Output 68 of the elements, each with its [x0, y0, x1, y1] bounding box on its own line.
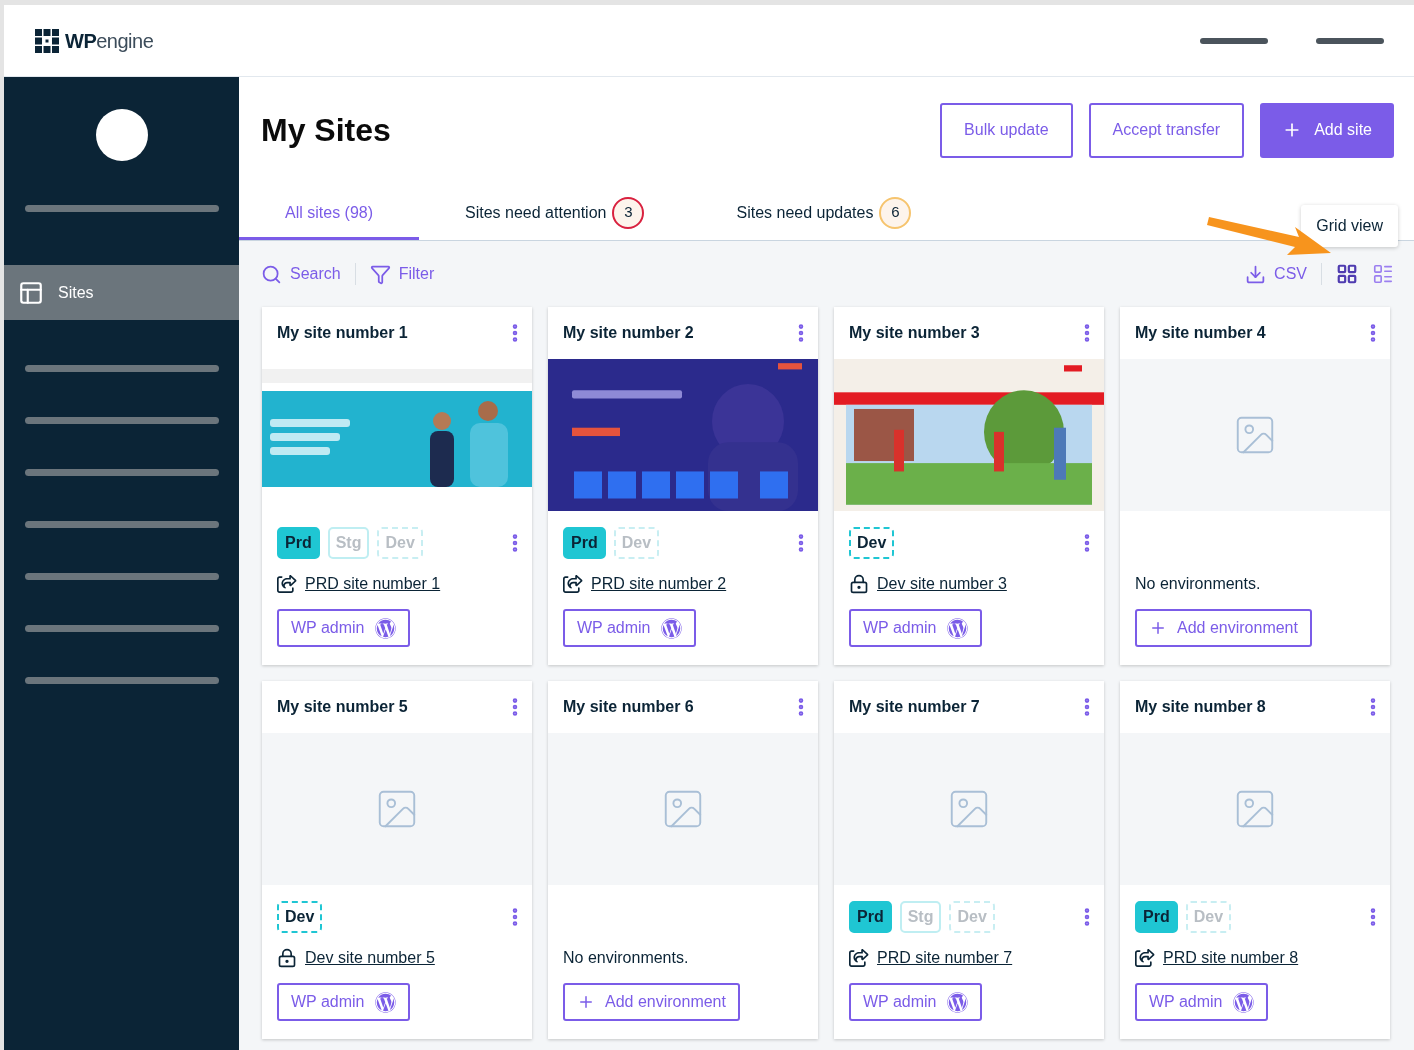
add-environment-button[interactable]: Add environment — [1135, 609, 1312, 647]
share-icon — [849, 948, 869, 968]
site-title: My site number 7 — [849, 697, 980, 717]
site-title: My site number 5 — [277, 697, 408, 717]
sidebar-item[interactable]: Sites — [4, 265, 239, 320]
wp-admin-button[interactable]: WP admin — [277, 609, 410, 647]
site-title: My site number 6 — [563, 697, 694, 717]
environment-link[interactable]: PRD site number 1 — [305, 572, 441, 596]
layout-icon — [18, 279, 44, 306]
count-badge: 3 — [612, 196, 645, 229]
environment-tag[interactable]: Dev — [849, 527, 895, 559]
environment-link[interactable]: Dev site number 3 — [877, 572, 1007, 596]
plus-icon — [577, 993, 595, 1011]
tooltip: Grid view — [1301, 205, 1398, 247]
share-icon — [277, 574, 297, 594]
site-title: My site number 4 — [1135, 323, 1266, 343]
site-title: My site number 3 — [849, 323, 980, 343]
filter-icon — [369, 263, 391, 285]
wordpress-icon — [1232, 991, 1254, 1013]
wp-admin-button[interactable]: WP admin — [277, 983, 410, 1021]
page-title: My Sites — [261, 111, 391, 150]
wordpress-icon — [374, 991, 396, 1013]
environment-tag[interactable]: Prd — [563, 527, 606, 559]
site-title: My site number 1 — [277, 323, 408, 343]
lock-icon — [849, 574, 869, 594]
header-placeholder-bar — [1316, 37, 1384, 44]
environment-link[interactable]: PRD site number 7 — [877, 946, 1013, 970]
environment-tag[interactable]: Prd — [277, 527, 320, 559]
environment-link[interactable]: Dev site number 5 — [305, 946, 435, 970]
list-view-button[interactable] — [1372, 263, 1394, 285]
add-environment-button[interactable]: Add environment — [563, 983, 740, 1021]
share-icon — [563, 574, 583, 594]
search-button[interactable]: Search — [261, 262, 341, 286]
download-icon — [1245, 263, 1267, 285]
environment-tag[interactable]: Prd — [849, 901, 892, 933]
logo-icon — [35, 28, 59, 53]
grid-view-button[interactable] — [1336, 263, 1358, 285]
environment-link[interactable]: PRD site number 2 — [591, 572, 727, 596]
lock-icon — [277, 948, 297, 968]
empty-message: No environments. — [563, 948, 689, 968]
environment-link[interactable]: PRD site number 8 — [1163, 946, 1299, 970]
empty-message: No environments. — [1135, 574, 1261, 594]
avatar — [95, 109, 148, 161]
tab[interactable]: Sites need attention 3 — [419, 188, 691, 240]
wordpress-icon — [660, 617, 682, 639]
plus-icon — [1149, 619, 1167, 637]
wp-admin-button[interactable]: WP admin — [849, 983, 982, 1021]
header-button[interactable]: Add site — [1260, 102, 1394, 158]
wp-admin-button[interactable]: WP admin — [563, 609, 696, 647]
tab[interactable]: Sites need updates 6 — [690, 188, 958, 240]
wordpress-icon — [946, 991, 968, 1013]
share-icon — [1135, 948, 1155, 968]
site-title: My site number 2 — [563, 323, 694, 343]
csv-button[interactable]: CSV — [1245, 262, 1307, 286]
site-title: My site number 8 — [1135, 697, 1266, 717]
filter-button[interactable]: Filter — [369, 262, 435, 286]
search-icon — [261, 263, 282, 285]
header-button[interactable]: Bulk update — [940, 102, 1073, 158]
wp-admin-button[interactable]: WP admin — [1135, 983, 1268, 1021]
header-button[interactable]: Accept transfer — [1088, 102, 1245, 158]
wp-admin-button[interactable]: WP admin — [849, 609, 982, 647]
header-placeholder-bar — [1200, 37, 1268, 44]
environment-tag[interactable]: Dev — [277, 901, 323, 933]
wordpress-icon — [374, 617, 396, 639]
count-badge: 6 — [879, 196, 912, 229]
environment-tag[interactable]: Prd — [1135, 901, 1178, 933]
wordpress-icon — [946, 617, 968, 639]
logo-text: WPengine — [65, 28, 154, 54]
